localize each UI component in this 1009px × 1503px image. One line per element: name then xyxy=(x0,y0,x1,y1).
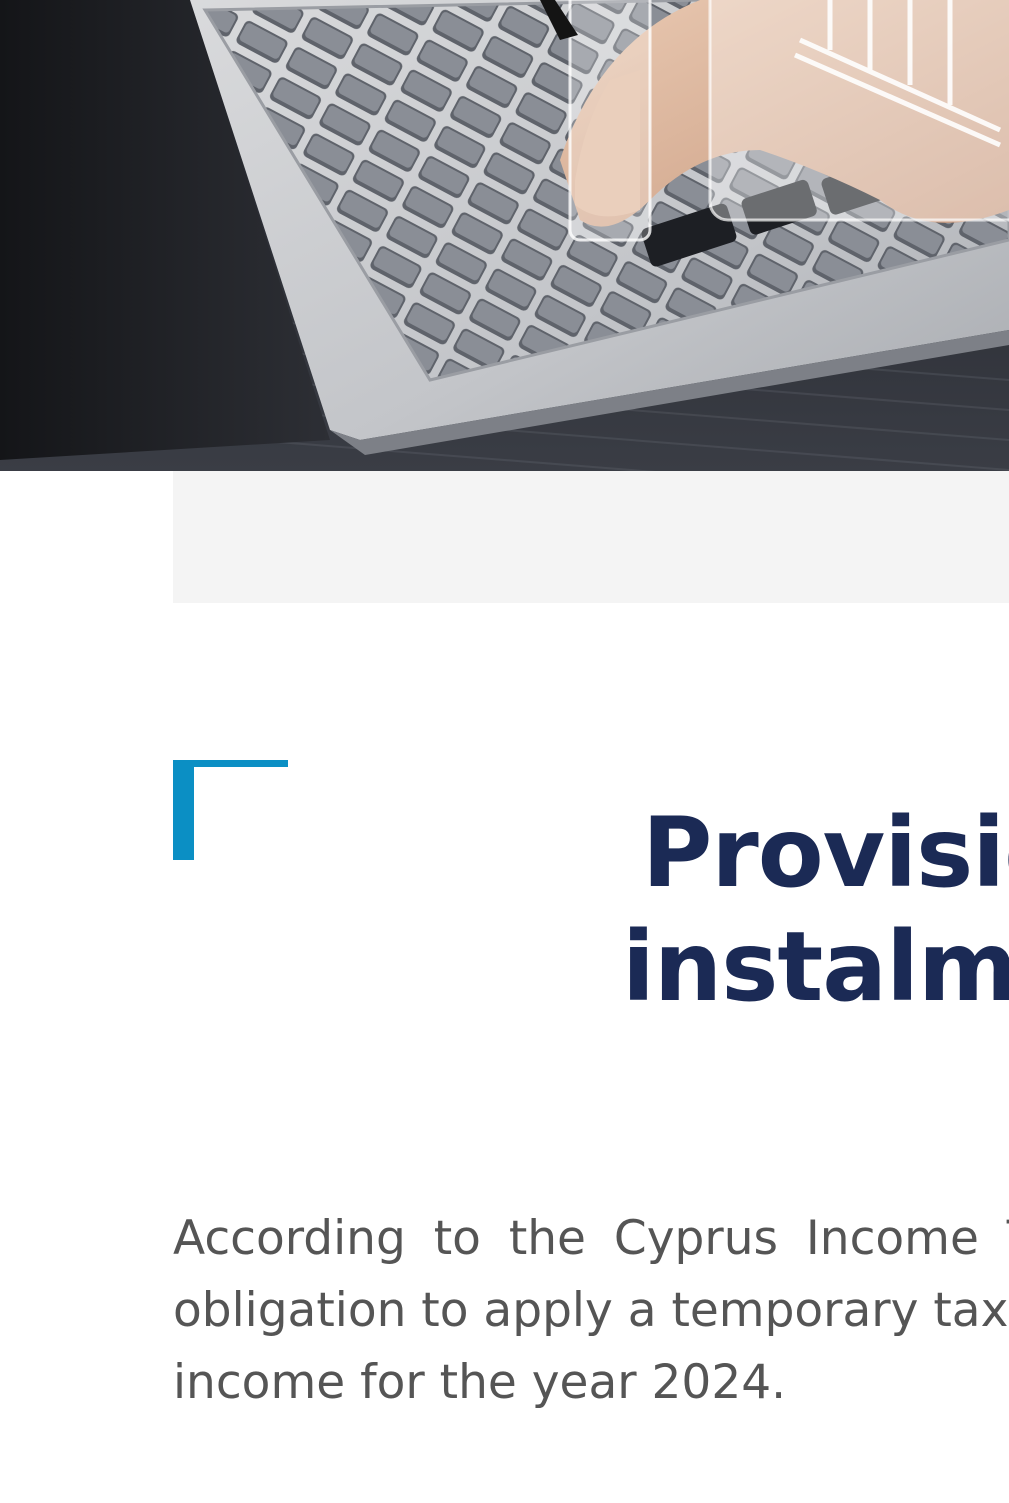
bracket-vertical-bar xyxy=(173,760,194,860)
article-page: Provisio instalm According to the Cyprus… xyxy=(0,0,1009,1503)
paragraph-line-3: income for the year 2024. xyxy=(173,1355,787,1410)
hero-caption-band xyxy=(173,471,1009,603)
corner-bracket-icon xyxy=(173,760,288,860)
hero-image xyxy=(0,0,1009,471)
paragraph-line-2: obligation to apply a temporary tax xyxy=(173,1283,1009,1338)
page-title-line-2: instalm xyxy=(622,911,1009,1023)
page-title-line-1: Provisio xyxy=(642,797,1009,909)
intro-paragraph: According to the Cyprus Income Ta obliga… xyxy=(173,1203,1009,1419)
paragraph-line-1: According to the Cyprus Income Ta xyxy=(173,1211,1009,1266)
page-title: Provisio instalm xyxy=(622,796,1009,1024)
